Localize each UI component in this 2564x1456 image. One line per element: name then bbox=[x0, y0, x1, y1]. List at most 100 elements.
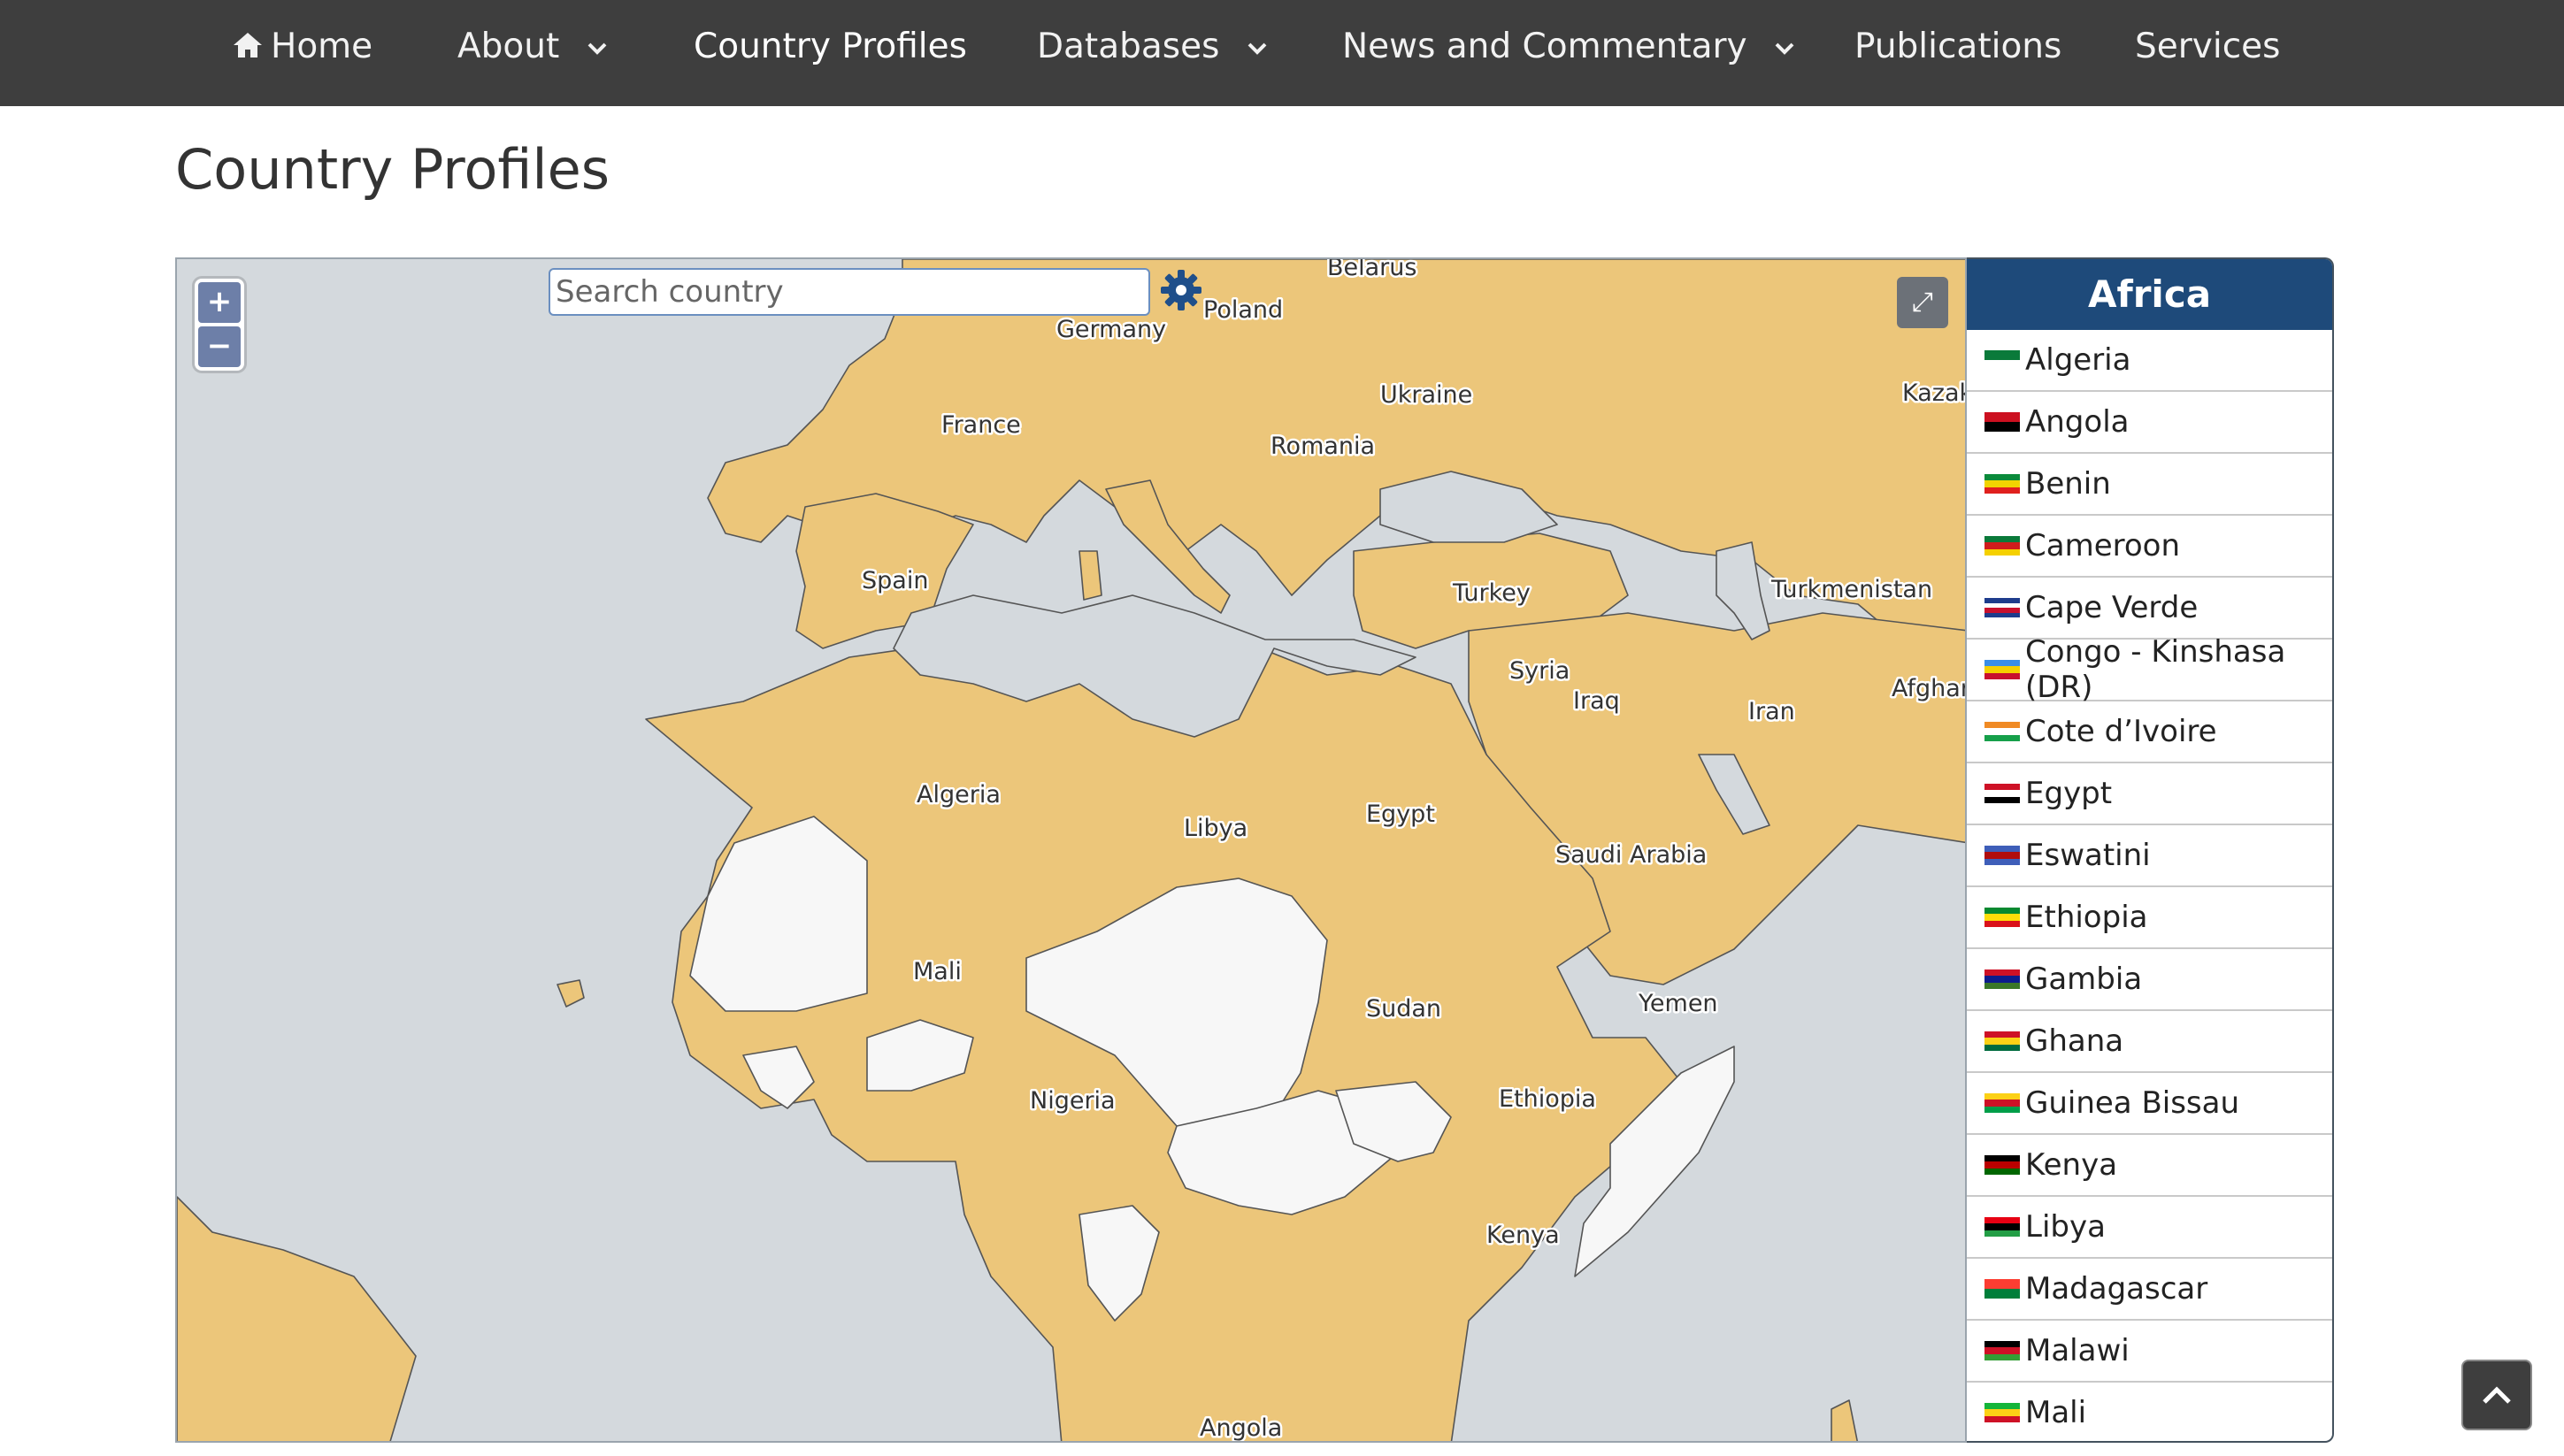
country-list-item[interactable]: Cape Verde bbox=[1967, 578, 2332, 640]
country-name: Eswatini bbox=[2025, 838, 2151, 873]
world-map[interactable]: Belarus Poland Germany Ukraine Kazak Fra… bbox=[177, 259, 1967, 1443]
country-list-item[interactable]: Madagascar bbox=[1967, 1259, 2332, 1321]
country-list-item[interactable]: Egypt bbox=[1967, 763, 2332, 825]
nav-home[interactable]: Home bbox=[232, 0, 372, 106]
country-name: Cameroon bbox=[2025, 528, 2180, 563]
flag-icon bbox=[1984, 969, 2020, 989]
nav-home-label: Home bbox=[271, 27, 373, 66]
map-label-turkey: Turkey bbox=[1452, 579, 1531, 607]
country-list-item[interactable]: Libya bbox=[1967, 1197, 2332, 1259]
country-name: Ghana bbox=[2025, 1023, 2124, 1059]
country-list-item[interactable]: Cameroon bbox=[1967, 516, 2332, 578]
nav-news-label: News and Commentary bbox=[1342, 27, 1747, 66]
country-name: Benin bbox=[2025, 466, 2111, 502]
country-name: Congo - Kinshasa (DR) bbox=[2025, 634, 2286, 705]
zoom-out-button[interactable]: − bbox=[198, 326, 241, 367]
flag-icon bbox=[1984, 412, 2020, 432]
nav-about[interactable]: About bbox=[457, 0, 608, 106]
flag-icon bbox=[1984, 474, 2020, 494]
map-label-belarus: Belarus bbox=[1327, 259, 1416, 281]
nav-country-profiles[interactable]: Country Profiles bbox=[694, 0, 967, 106]
map-label-yemen: Yemen bbox=[1638, 990, 1718, 1017]
fullscreen-button[interactable]: ⤢ bbox=[1897, 277, 1948, 328]
country-list-item[interactable]: Cote d’Ivoire bbox=[1967, 701, 2332, 763]
map-label-algeria: Algeria bbox=[917, 781, 1001, 808]
country-list-item[interactable]: Congo - Kinshasa (DR) bbox=[1967, 634, 2332, 705]
country-list-item[interactable]: Eswatini bbox=[1967, 825, 2332, 887]
country-name: Egypt bbox=[2025, 776, 2113, 811]
flag-icon bbox=[1984, 1031, 2020, 1051]
top-navigation: Home About Country Profiles Databases Ne… bbox=[0, 0, 2564, 106]
nav-services-label: Services bbox=[2135, 27, 2281, 66]
home-icon bbox=[234, 32, 262, 57]
map-label-poland: Poland bbox=[1203, 296, 1283, 324]
gear-icon[interactable] bbox=[1159, 268, 1203, 312]
map-label-iran: Iran bbox=[1748, 698, 1795, 725]
map-panel[interactable]: Belarus Poland Germany Ukraine Kazak Fra… bbox=[175, 257, 1967, 1443]
flag-icon bbox=[1984, 784, 2020, 803]
map-region-cape-verde bbox=[557, 979, 585, 1008]
map-region-sardinia bbox=[1079, 550, 1102, 601]
country-name: Cape Verde bbox=[2025, 590, 2199, 625]
map-label-mali: Mali bbox=[913, 958, 962, 985]
map-label-iraq: Iraq bbox=[1573, 687, 1620, 715]
zoom-control: + − bbox=[195, 279, 244, 371]
nav-publications-label: Publications bbox=[1854, 27, 2062, 66]
map-label-france: France bbox=[941, 411, 1021, 439]
map-label-afghanistan: Afghan bbox=[1892, 675, 1967, 702]
chevron-down-icon bbox=[1775, 42, 1794, 55]
back-to-top-button[interactable] bbox=[2461, 1360, 2532, 1430]
map-label-romania: Romania bbox=[1270, 433, 1375, 460]
country-list-item[interactable]: Kenya bbox=[1967, 1135, 2332, 1197]
country-list-item[interactable]: Guinea Bissau bbox=[1967, 1073, 2332, 1135]
country-name: Gambia bbox=[2025, 962, 2143, 997]
map-label-ethiopia: Ethiopia bbox=[1499, 1085, 1596, 1113]
country-list-item[interactable]: Ghana bbox=[1967, 1011, 2332, 1073]
country-list-item[interactable]: Malawi bbox=[1967, 1321, 2332, 1383]
country-list-item[interactable]: Gambia bbox=[1967, 949, 2332, 1011]
country-name: Kenya bbox=[2025, 1147, 2118, 1183]
search-country-input[interactable] bbox=[549, 268, 1150, 316]
expand-icon: ⤢ bbox=[1912, 287, 1933, 318]
country-list-panel: Africa Algeria Angola Benin Cameroon Cape Ve… bbox=[1967, 257, 2334, 1443]
country-list-item[interactable]: Benin bbox=[1967, 454, 2332, 516]
nav-publications[interactable]: Publications bbox=[1854, 0, 2061, 106]
flag-icon bbox=[1984, 722, 2020, 741]
flag-icon bbox=[1984, 598, 2020, 617]
map-label-egypt: Egypt bbox=[1366, 801, 1435, 828]
flag-icon bbox=[1984, 350, 2020, 370]
country-name: Madagascar bbox=[2025, 1271, 2208, 1307]
flag-icon bbox=[1984, 1093, 2020, 1113]
country-list-item[interactable]: Angola bbox=[1967, 392, 2332, 454]
map-region-mauritania bbox=[689, 816, 868, 1012]
flag-icon bbox=[1984, 846, 2020, 865]
country-name: Cote d’Ivoire bbox=[2025, 714, 2217, 749]
map-label-spain: Spain bbox=[862, 567, 928, 594]
map-label-angola: Angola bbox=[1200, 1414, 1282, 1442]
flag-icon bbox=[1984, 1155, 2020, 1175]
map-label-libya: Libya bbox=[1184, 815, 1247, 842]
map-label-kazakhstan: Kazak bbox=[1902, 379, 1967, 407]
country-name: Malawi bbox=[2025, 1333, 2130, 1368]
country-list-item[interactable]: Mali bbox=[1967, 1383, 2332, 1441]
flag-icon bbox=[1984, 908, 2020, 927]
country-name: Ethiopia bbox=[2025, 900, 2148, 935]
map-label-syria: Syria bbox=[1509, 657, 1570, 685]
nav-databases[interactable]: Databases bbox=[1037, 0, 1268, 106]
country-name: Libya bbox=[2025, 1209, 2106, 1245]
map-label-sudan: Sudan bbox=[1366, 995, 1441, 1023]
nav-news-and-commentary[interactable]: News and Commentary bbox=[1342, 0, 1795, 106]
flag-icon bbox=[1984, 1217, 2020, 1237]
flag-icon bbox=[1984, 536, 2020, 556]
zoom-in-button[interactable]: + bbox=[198, 282, 241, 323]
nav-services[interactable]: Services bbox=[2135, 0, 2280, 106]
nav-country-profiles-label: Country Profiles bbox=[694, 27, 967, 66]
nav-about-label: About bbox=[457, 27, 560, 66]
flag-icon bbox=[1984, 660, 2020, 679]
country-list-item[interactable]: Ethiopia bbox=[1967, 887, 2332, 949]
map-label-nigeria: Nigeria bbox=[1030, 1087, 1116, 1115]
flag-icon bbox=[1984, 1341, 2020, 1360]
country-list-item[interactable]: Algeria bbox=[1967, 330, 2332, 392]
region-header: Africa bbox=[1967, 259, 2332, 330]
map-label-germany: Germany bbox=[1056, 316, 1166, 343]
